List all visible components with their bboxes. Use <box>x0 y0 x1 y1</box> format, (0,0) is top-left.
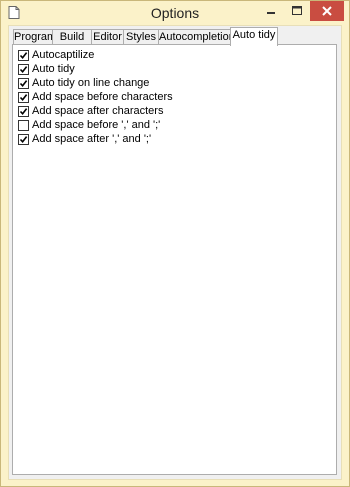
option-label: Autocaptilize <box>32 49 95 61</box>
checkmark-icon <box>19 93 28 101</box>
option-label: Auto tidy on line change <box>32 77 150 89</box>
auto-tidy-panel: Autocaptilize Auto tidy Auto tidy on lin… <box>12 44 337 475</box>
tab-label: Editor <box>93 31 122 43</box>
checkbox[interactable] <box>18 133 29 145</box>
option-label: Add space after ',' and ';' <box>32 133 152 145</box>
checkmark-icon <box>19 51 28 59</box>
checkbox[interactable] <box>18 77 29 89</box>
tab-autocompletion[interactable]: Autocompletion <box>158 29 235 44</box>
minimize-button[interactable] <box>258 1 284 21</box>
tab-program[interactable]: Program <box>13 29 57 44</box>
option-autocaptilize[interactable]: Autocaptilize <box>18 48 94 62</box>
option-auto-tidy[interactable]: Auto tidy <box>18 62 75 76</box>
option-add-space-after-characters[interactable]: Add space after characters <box>18 104 163 118</box>
dialog-body: Program Build Editor Styles Autocompleti… <box>8 25 342 480</box>
tab-build[interactable]: Build <box>52 29 92 44</box>
options-window: Options Program Build Editor Styles Auto… <box>0 0 350 487</box>
tab-label: Autocompletion <box>159 31 235 43</box>
option-add-space-before-characters[interactable]: Add space before characters <box>18 90 173 104</box>
tab-label: Styles <box>126 31 156 43</box>
tab-editor[interactable]: Editor <box>91 29 124 44</box>
checkbox[interactable] <box>18 105 29 117</box>
checkmark-icon <box>19 79 28 87</box>
tab-styles[interactable]: Styles <box>123 29 159 44</box>
checkbox[interactable] <box>18 91 29 103</box>
tab-label: Auto tidy <box>232 29 276 41</box>
option-auto-tidy-on-line-change[interactable]: Auto tidy on line change <box>18 76 149 90</box>
maximize-button[interactable] <box>284 1 310 21</box>
maximize-icon <box>292 6 302 15</box>
minimize-icon <box>267 12 275 14</box>
option-label: Add space before characters <box>32 91 173 103</box>
close-icon <box>322 6 332 16</box>
checkbox[interactable] <box>18 63 29 75</box>
title-bar[interactable]: Options <box>1 1 349 25</box>
tab-label: Build <box>59 31 85 43</box>
option-label: Add space after characters <box>32 105 164 117</box>
option-label: Add space before ',' and ';' <box>32 119 161 131</box>
tab-label: Program <box>14 31 57 43</box>
checkmark-icon <box>19 135 28 143</box>
close-button[interactable] <box>310 1 344 21</box>
checkbox[interactable] <box>18 119 29 131</box>
option-add-space-after-punctuation[interactable]: Add space after ',' and ';' <box>18 132 151 146</box>
option-add-space-before-punctuation[interactable]: Add space before ',' and ';' <box>18 118 160 132</box>
checkbox[interactable] <box>18 49 29 61</box>
tab-auto-tidy[interactable]: Auto tidy <box>230 27 278 46</box>
checkmark-icon <box>19 65 28 73</box>
option-label: Auto tidy <box>32 63 75 75</box>
checkmark-icon <box>19 107 28 115</box>
